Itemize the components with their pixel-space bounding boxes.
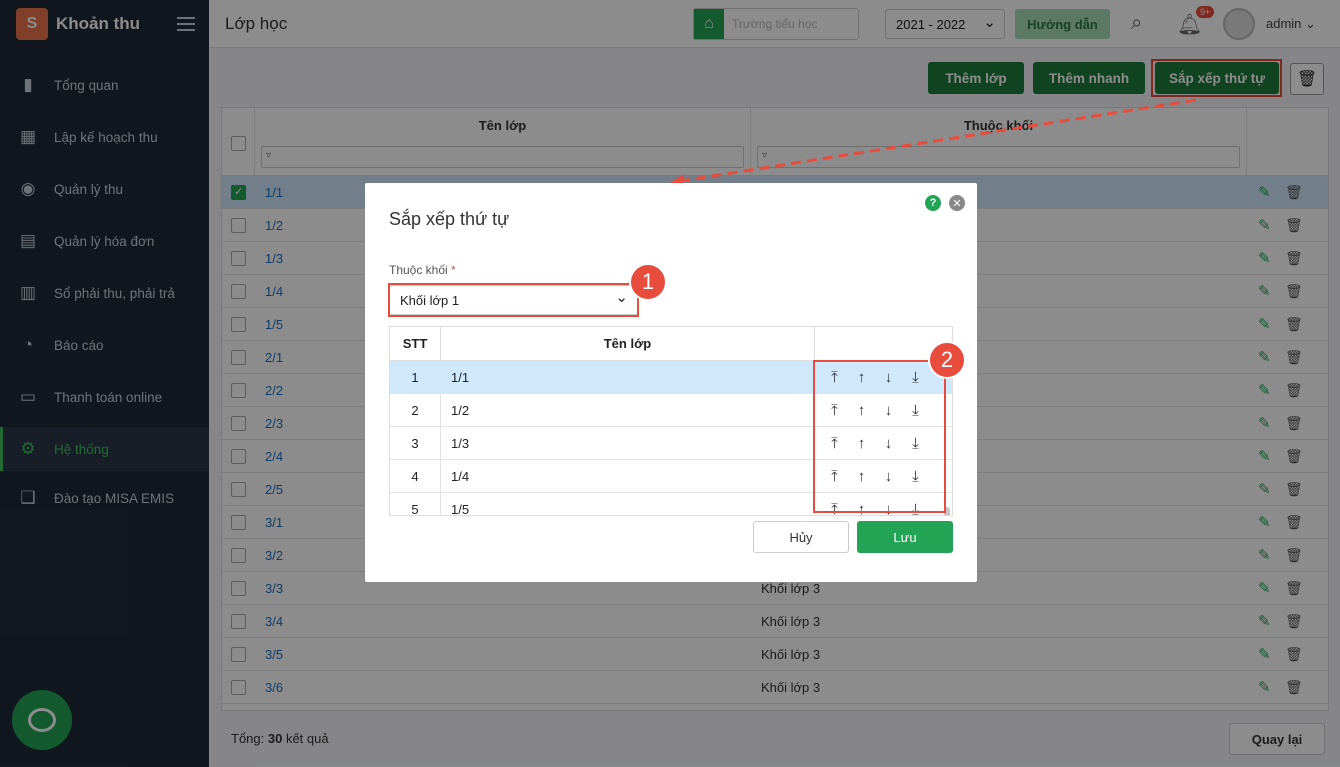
dialog-title: Sắp xếp thứ tự	[389, 209, 510, 229]
row-stt: 4	[411, 468, 419, 484]
row-class-name: 1/1	[451, 369, 470, 385]
step-2-badge: 2	[928, 341, 966, 379]
row-class-name: 1/3	[451, 435, 470, 451]
row-stt: 2	[411, 402, 419, 418]
arrows-highlight	[813, 360, 946, 513]
row-stt: 5	[411, 501, 419, 516]
cancel-button[interactable]: Hủy	[753, 521, 849, 553]
column-name: Tên lớp	[441, 327, 815, 361]
row-class-name: 1/2	[451, 402, 470, 418]
row-class-name: 1/4	[451, 468, 470, 484]
grade-select-highlight	[388, 283, 639, 317]
row-stt: 3	[411, 435, 419, 451]
row-class-name: 1/5	[451, 501, 470, 516]
help-icon[interactable]: ?	[925, 195, 941, 211]
save-button[interactable]: Lưu	[857, 521, 953, 553]
step-1-badge: 1	[629, 263, 667, 301]
grade-field-label: Thuộc khối *	[389, 263, 456, 277]
column-stt: STT	[390, 327, 441, 361]
row-stt: 1	[411, 369, 419, 385]
close-icon[interactable]: ✕	[949, 195, 965, 211]
